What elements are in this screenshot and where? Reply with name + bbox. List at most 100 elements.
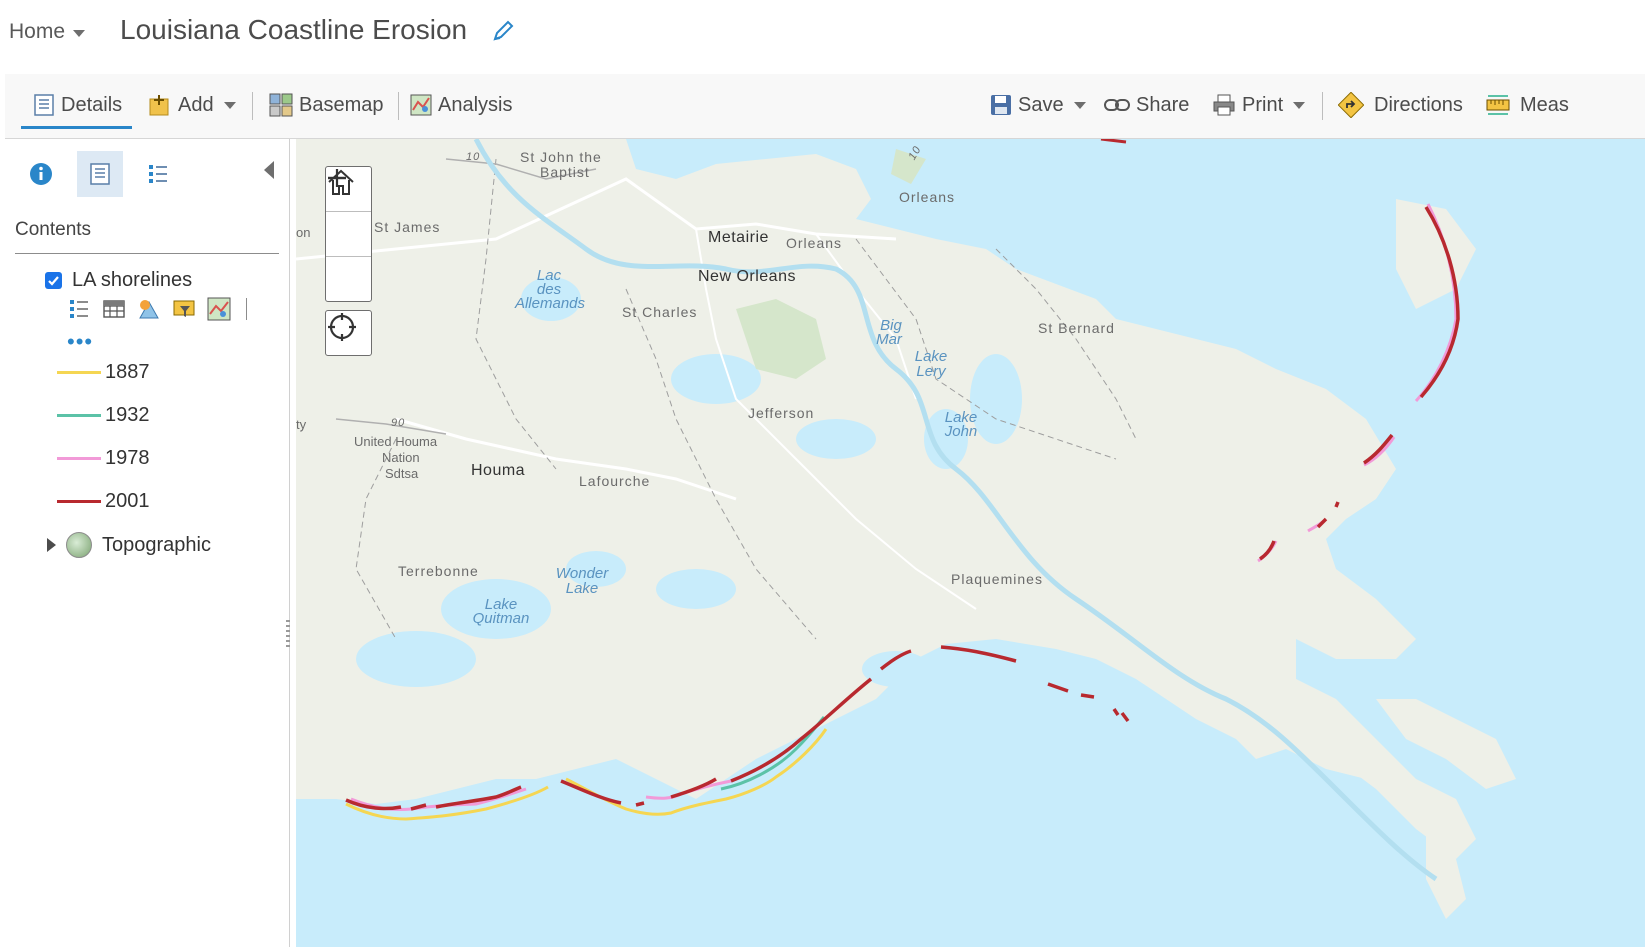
legend-swatch [57,457,101,460]
map-label: St Charles [622,304,698,320]
checkmark-icon [48,276,59,286]
zoom-control [325,166,372,302]
more-options-button[interactable]: ••• [67,329,93,355]
share-link-icon [1104,99,1130,111]
water-body [1286,179,1396,279]
shoreline-2001 [560,779,645,807]
legend-label: 1978 [105,447,150,469]
globe-icon [66,532,92,558]
chevron-down-icon [223,101,236,109]
expand-arrow-icon[interactable] [47,538,56,552]
legend-item-1978: 1978 [57,447,150,470]
active-tab-indicator [21,126,132,129]
map-label: Terrebonne [398,563,479,579]
layer-visibility-checkbox[interactable] [45,272,62,289]
home-label: Home [9,20,66,43]
tab-content[interactable] [77,151,123,197]
minus-icon [328,176,346,180]
save-button[interactable]: Save [990,90,1086,120]
map-label: United Houma [354,434,438,449]
layer-topographic[interactable]: Topographic [47,532,211,558]
shoreline-2001 [1047,682,1095,699]
legend-item-1887: 1887 [57,361,150,384]
tab-legend[interactable] [135,151,181,197]
map-label: 10 [466,151,481,163]
map-label-water: John [944,423,978,440]
page-title: Louisiana Coastline Erosion [120,14,468,45]
table-icon[interactable] [102,297,126,321]
locate-button[interactable] [325,310,372,356]
perform-analysis-icon[interactable] [207,297,231,321]
divider [252,92,253,120]
add-button[interactable]: Add [148,90,236,120]
details-icon [34,94,54,116]
divider [246,298,247,320]
home-menu[interactable]: Home [9,20,86,44]
info-icon [30,163,52,185]
directions-label: Directions [1374,93,1463,116]
change-style-icon[interactable] [137,297,161,321]
map-label: Lafourche [579,473,651,489]
map-label: 90 [391,417,406,429]
lake [356,631,476,687]
content-list-icon [90,163,110,185]
printer-icon [1213,94,1235,116]
layer-tools [67,297,247,321]
map-label: on [296,225,311,240]
add-layer-icon [149,95,169,116]
shoreline-2001 [1112,708,1130,723]
print-label: Print [1242,93,1284,116]
legend-label: 1932 [105,404,150,426]
basemap-layer-name: Topographic [102,533,211,556]
map-label: Sdtsa [385,466,419,481]
toolbar: Details Add Basemap Analysis Save Share … [5,74,1645,139]
layer-name: LA shorelines [72,269,193,291]
map-label: Baptist [540,164,590,180]
map-view[interactable]: St John the Baptist Orleans St James Met… [296,139,1645,947]
filter-icon[interactable] [172,297,196,321]
layer-la-shorelines[interactable]: LA shorelines [45,269,192,292]
chevron-down-icon [73,29,86,37]
shoreline-2001 [940,645,1017,663]
analysis-map-icon [410,94,432,116]
crosshair-icon [328,313,356,341]
basemap-button[interactable]: Basemap [269,90,384,120]
map-label-water: Wonder [555,565,609,582]
chevron-down-icon [1073,101,1086,109]
measure-ruler-icon [1486,95,1510,115]
show-legend-icon[interactable] [67,297,91,321]
side-panel: Contents LA shorelines ••• 1887 1932 197… [5,139,290,947]
pencil-icon[interactable] [490,18,516,44]
map-canvas [296,139,1516,919]
analysis-button[interactable]: Analysis [410,90,512,120]
legend-swatch [57,500,101,503]
map-label: Plaquemines [951,571,1043,587]
panel-resize-handle[interactable] [286,620,290,650]
map-label-city: Houma [471,462,526,479]
map-label: St Bernard [1038,320,1115,336]
details-button[interactable]: Details [33,90,122,120]
home-view-button[interactable] [326,169,371,257]
tab-about[interactable] [18,151,64,197]
lake-pontchartrain [896,139,1276,235]
legend-swatch [57,371,101,374]
share-label: Share [1136,93,1190,116]
map-label: St James [374,219,441,235]
map-label: Jefferson [748,405,815,421]
measure-button[interactable]: Meas [1486,90,1569,120]
collapse-panel-icon[interactable] [264,161,274,179]
zoom-out-button[interactable] [326,176,371,301]
map-label: Nation [382,450,420,465]
legend-item-1932: 1932 [57,404,150,427]
lake [671,354,761,404]
map-label: Orleans [786,235,843,251]
directions-button[interactable]: Directions [1338,90,1463,120]
add-label: Add [178,93,214,116]
analysis-label: Analysis [438,93,513,116]
lake [656,569,736,609]
contents-heading: Contents [15,219,92,240]
map-label: ty [296,417,307,432]
share-button[interactable]: Share [1104,90,1189,120]
print-button[interactable]: Print [1212,90,1306,120]
legend-swatch [57,414,101,417]
